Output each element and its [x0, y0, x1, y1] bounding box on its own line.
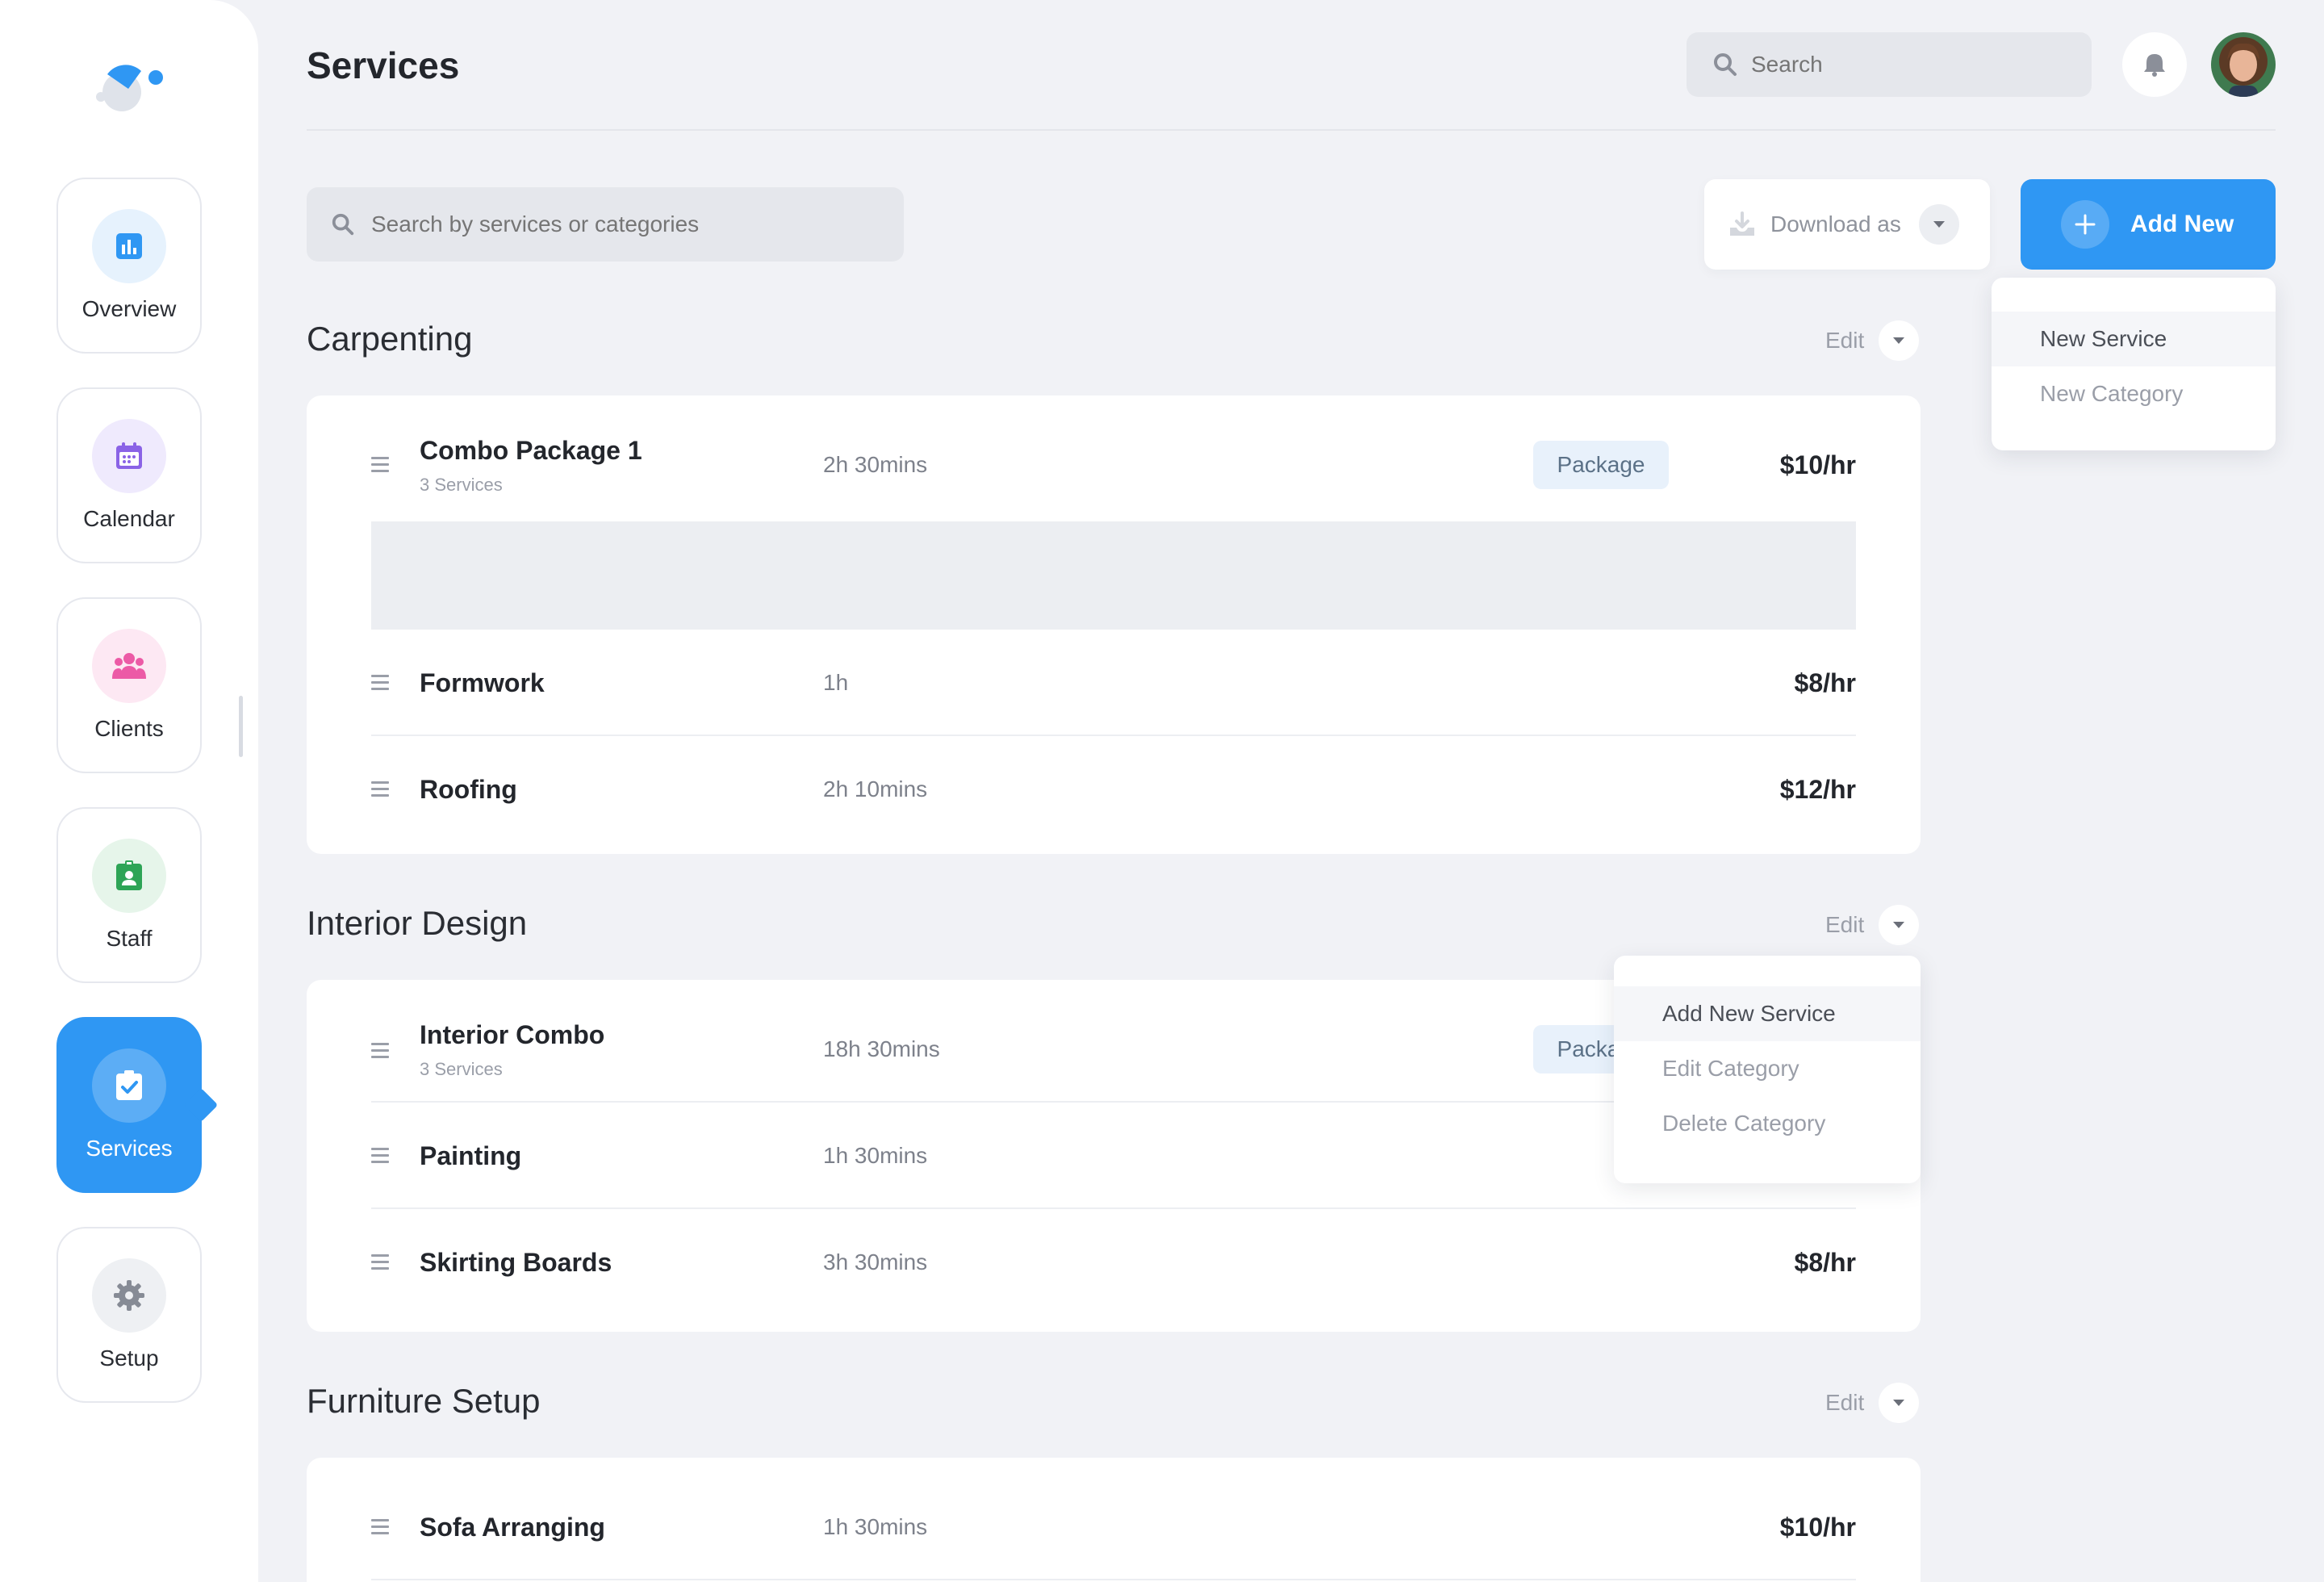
global-search-input[interactable] — [1751, 52, 2092, 77]
global-search[interactable] — [1687, 32, 2092, 97]
service-duration: 1h 30mins — [823, 1143, 928, 1168]
drag-drop-placeholder — [371, 521, 1856, 630]
service-row[interactable]: Skirting Boards 3h 30mins $8/hr — [371, 1209, 1856, 1316]
category-edit-button[interactable]: Edit — [1825, 1383, 1920, 1423]
service-price: $12/hr — [1779, 775, 1856, 804]
chevron-down-icon — [1918, 204, 1959, 245]
drag-handle-icon[interactable] — [371, 1043, 389, 1062]
drag-handle-icon[interactable] — [371, 675, 389, 694]
category-edit-button[interactable]: Edit — [1825, 320, 1920, 361]
gear-icon — [92, 1258, 166, 1333]
menu-item-edit-category[interactable]: Edit Category — [1614, 1041, 1921, 1096]
service-name: Interior Combo — [420, 1020, 605, 1049]
drag-handle-icon[interactable] — [371, 457, 389, 476]
drag-handle-icon[interactable] — [371, 1519, 389, 1538]
menu-item-new-category[interactable]: New Category — [1992, 366, 2276, 421]
sidebar-item-overview[interactable]: Overview — [56, 178, 202, 354]
service-duration: 3h 30mins — [823, 1249, 928, 1274]
sidebar-item-label: Clients — [94, 716, 164, 741]
sidebar-item-services[interactable]: Services — [56, 1017, 202, 1193]
notifications-button[interactable] — [2122, 32, 2187, 97]
badge-icon — [92, 839, 166, 913]
service-row[interactable]: Formwork 1h $8/hr — [371, 630, 1856, 736]
download-as-label: Download as — [1770, 211, 1901, 236]
drag-handle-icon[interactable] — [371, 1148, 389, 1167]
search-icon — [332, 213, 354, 236]
service-name: Combo Package 1 — [420, 436, 642, 465]
service-price: $8/hr — [1794, 668, 1856, 697]
service-price: $8/hr — [1794, 1248, 1856, 1277]
app-logo[interactable] — [91, 56, 165, 121]
category-card: Combo Package 1 3 Services 2h 30mins Pac… — [307, 396, 1921, 854]
service-duration: 1h — [823, 670, 849, 695]
page-title: Services — [307, 44, 460, 86]
service-name: Formwork — [420, 668, 545, 697]
add-new-label: Add New — [2130, 211, 2234, 237]
users-icon — [92, 629, 166, 703]
sidebar-item-setup[interactable]: Setup — [56, 1227, 202, 1403]
service-price: $10/hr — [1779, 450, 1856, 479]
drag-handle-icon[interactable] — [371, 1254, 389, 1274]
service-name: Skirting Boards — [420, 1248, 612, 1277]
chart-icon — [92, 209, 166, 283]
chevron-down-icon[interactable] — [1879, 320, 1920, 361]
menu-item-add-new-service[interactable]: Add New Service — [1614, 986, 1921, 1041]
category-actions-menu: Add New Service Edit Category Delete Cat… — [1614, 956, 1921, 1183]
search-icon — [1714, 53, 1737, 76]
service-name: Sofa Arranging — [420, 1513, 605, 1542]
service-duration: 18h 30mins — [823, 1036, 940, 1061]
service-row[interactable]: Sofa Arranging 1h 30mins $10/hr — [371, 1458, 1856, 1580]
chevron-down-icon[interactable] — [1879, 1383, 1920, 1423]
service-sub: 3 Services — [420, 1059, 503, 1079]
sidebar-item-label: Overview — [82, 296, 177, 321]
service-duration: 2h 30mins — [823, 452, 928, 477]
service-name: Painting — [420, 1141, 522, 1170]
sidebar-scrollbar[interactable] — [239, 696, 243, 757]
sidebar-item-calendar[interactable]: Calendar — [56, 387, 202, 563]
services-search-input[interactable] — [371, 211, 904, 237]
service-price: $10/hr — [1779, 1513, 1856, 1542]
services-search[interactable] — [307, 187, 904, 262]
add-new-button[interactable]: Add New — [2021, 179, 2276, 270]
menu-item-delete-category[interactable]: Delete Category — [1614, 1096, 1921, 1151]
category-card: Sofa Arranging 1h 30mins $10/hr — [307, 1458, 1921, 1582]
plus-icon — [2061, 200, 2109, 249]
download-icon — [1730, 211, 1754, 236]
service-row[interactable]: Roofing 2h 10mins $12/hr — [371, 736, 1856, 843]
service-duration: 2h 10mins — [823, 776, 928, 801]
menu-item-new-service[interactable]: New Service — [1992, 312, 2276, 366]
edit-label: Edit — [1825, 1390, 1865, 1415]
edit-label: Edit — [1825, 912, 1865, 937]
sidebar-item-label: Services — [86, 1136, 173, 1161]
drag-handle-icon[interactable] — [371, 781, 389, 801]
add-new-menu: New Service New Category — [1992, 278, 2276, 450]
service-name: Roofing — [420, 775, 517, 804]
download-as-button[interactable]: Download as — [1704, 179, 1990, 270]
chevron-down-icon[interactable] — [1879, 905, 1920, 945]
service-sub: 3 Services — [420, 475, 503, 495]
sidebar-item-clients[interactable]: Clients — [56, 597, 202, 773]
clipboard-check-icon — [92, 1048, 166, 1123]
bell-icon — [2144, 54, 2165, 77]
header-divider — [307, 129, 2276, 131]
edit-label: Edit — [1825, 328, 1865, 353]
category-title: Interior Design — [307, 904, 528, 942]
sidebar-item-label: Staff — [106, 926, 153, 951]
service-duration: 1h 30mins — [823, 1514, 928, 1539]
user-avatar[interactable] — [2211, 32, 2276, 97]
package-badge: Package — [1533, 441, 1669, 489]
sidebar: Overview Calendar Clients Staff Services… — [0, 0, 258, 1582]
category-edit-button[interactable]: Edit — [1825, 905, 1920, 945]
sidebar-item-label: Setup — [99, 1346, 159, 1371]
calendar-icon — [92, 419, 166, 493]
category-title: Carpenting — [307, 320, 473, 358]
category-title: Furniture Setup — [307, 1382, 541, 1420]
service-row[interactable]: Combo Package 1 3 Services 2h 30mins Pac… — [371, 396, 1856, 517]
sidebar-item-staff[interactable]: Staff — [56, 807, 202, 983]
sidebar-item-label: Calendar — [83, 506, 175, 531]
